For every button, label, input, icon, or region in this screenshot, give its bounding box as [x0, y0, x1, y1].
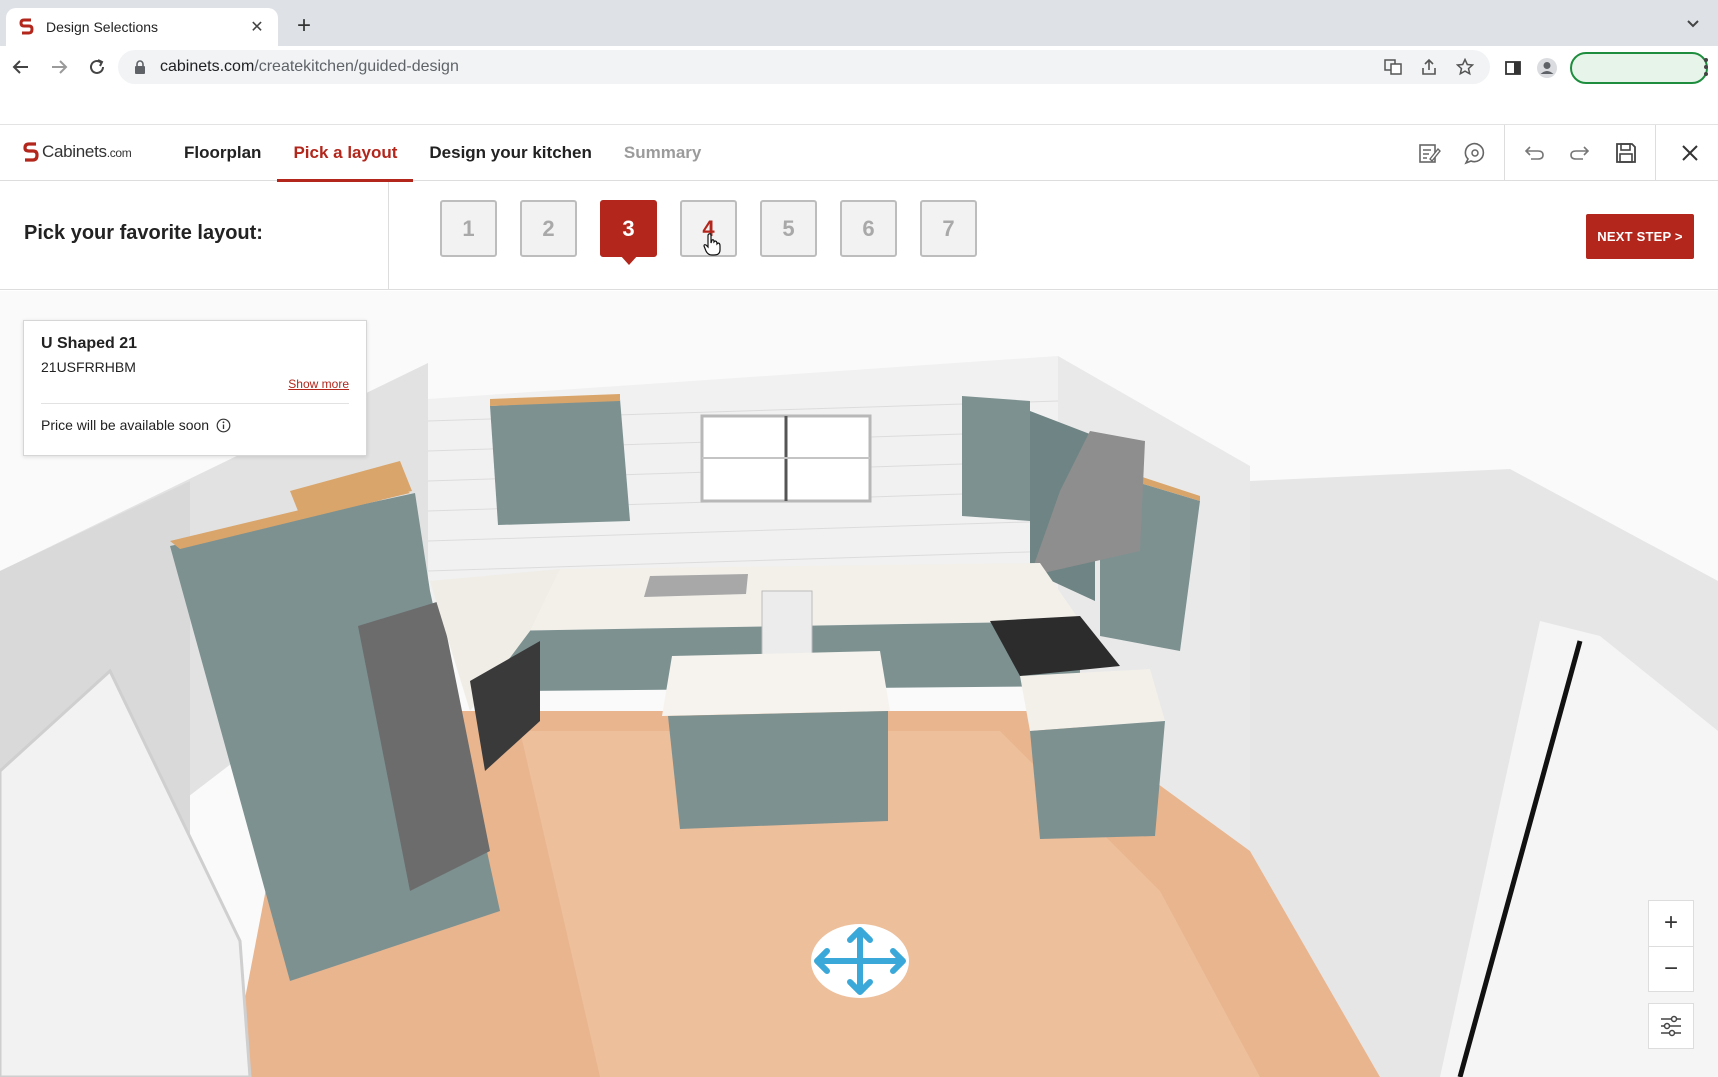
header-tools-separator-2 [1655, 125, 1656, 181]
profile-avatar-icon[interactable] [1536, 57, 1558, 79]
browser-menu-icon[interactable] [1702, 56, 1710, 78]
side-panel-icon[interactable] [1502, 57, 1524, 79]
new-tab-icon[interactable]: + [290, 12, 318, 40]
profile-pill[interactable] [1570, 52, 1708, 84]
save-icon[interactable] [1603, 125, 1649, 181]
nav-summary: Summary [623, 143, 702, 162]
tab-list-chevron-icon[interactable] [1684, 14, 1702, 32]
sliders-icon [1661, 1015, 1681, 1037]
card-divider [41, 403, 349, 404]
redo-icon[interactable] [1557, 125, 1603, 181]
layout-option-7[interactable]: 7 [920, 200, 977, 257]
forward-icon[interactable] [40, 48, 78, 86]
layout-option-3[interactable]: 3 [600, 200, 657, 265]
layout-option-6[interactable]: 6 [840, 200, 897, 257]
undo-icon[interactable] [1511, 125, 1557, 181]
reload-icon[interactable] [78, 48, 116, 86]
price-text: Price will be available soon [41, 417, 210, 433]
price-row: Price will be available soon [41, 417, 231, 433]
view-settings-button[interactable] [1648, 1003, 1694, 1049]
address-bar[interactable]: cabinets.com/createkitchen/guided-design [118, 50, 1490, 84]
zoom-out-button[interactable]: − [1649, 945, 1693, 992]
browser-toolbar: cabinets.com/createkitchen/guided-design [0, 46, 1718, 88]
logo-name: Cabinets [42, 142, 107, 161]
url-host: cabinets.com [160, 58, 255, 75]
hand-cursor-icon [703, 233, 721, 256]
browser-tab[interactable]: Design Selections ✕ [6, 8, 278, 46]
next-step-button[interactable]: NEXT STEP > [1586, 214, 1694, 259]
back-icon[interactable] [2, 48, 40, 86]
layout-option-2[interactable]: 2 [520, 200, 577, 257]
url-text: cabinets.com/createkitchen/guided-design [160, 58, 459, 76]
translate-icon[interactable] [1382, 56, 1404, 78]
zoom-in-button[interactable]: + [1649, 901, 1693, 946]
tab-title: Design Selections [46, 19, 159, 35]
header-tools [1406, 125, 1718, 181]
bookmark-star-icon[interactable] [1454, 56, 1476, 78]
browser-tab-bar: Design Selections ✕ + [0, 0, 1718, 46]
notes-icon[interactable] [1406, 125, 1452, 181]
close-icon[interactable] [1662, 125, 1718, 181]
share-icon[interactable] [1418, 56, 1440, 78]
tab-close-icon[interactable]: ✕ [248, 17, 266, 37]
show-more-link[interactable]: Show more [288, 377, 349, 391]
header-tools-separator [1504, 125, 1505, 181]
logo-text: Cabinets.com [42, 142, 132, 162]
layout-picker-separator [388, 182, 389, 290]
layout-prompt: Pick your favorite layout: [24, 222, 263, 244]
cabinets-logo[interactable]: Cabinets.com [22, 141, 132, 163]
cabinets-logo-mark [23, 142, 39, 162]
layout-name: U Shaped 21 [41, 335, 138, 352]
chat-icon[interactable] [1452, 125, 1498, 181]
layout-code: 21USFRRHBM [41, 359, 136, 375]
logo-suffix: .com [106, 146, 132, 160]
url-path: /createkitchen/guided-design [254, 58, 459, 75]
lock-icon [135, 60, 145, 74]
info-icon[interactable] [216, 418, 231, 433]
nav-design-your-kitchen[interactable]: Design your kitchen [413, 125, 607, 181]
app-header: Cabinets.com Floorplan Pick a layout Des… [0, 125, 1718, 182]
move-arrows-icon[interactable] [810, 923, 910, 999]
step-nav: Floorplan Pick a layout Design your kitc… [168, 125, 717, 182]
zoom-control: + − [1648, 900, 1694, 992]
layout-picker-row: Pick your favorite layout: 1 2 3 4 5 6 7 [0, 182, 1718, 290]
cabinets-favicon-icon [19, 18, 34, 35]
nav-floorplan[interactable]: Floorplan [168, 125, 277, 181]
nav-pick-a-layout[interactable]: Pick a layout [277, 125, 414, 182]
layout-option-5[interactable]: 5 [760, 200, 817, 257]
layout-info-card: U Shaped 21 21USFRRHBM Show more Price w… [23, 320, 367, 456]
layout-option-1[interactable]: 1 [440, 200, 497, 257]
